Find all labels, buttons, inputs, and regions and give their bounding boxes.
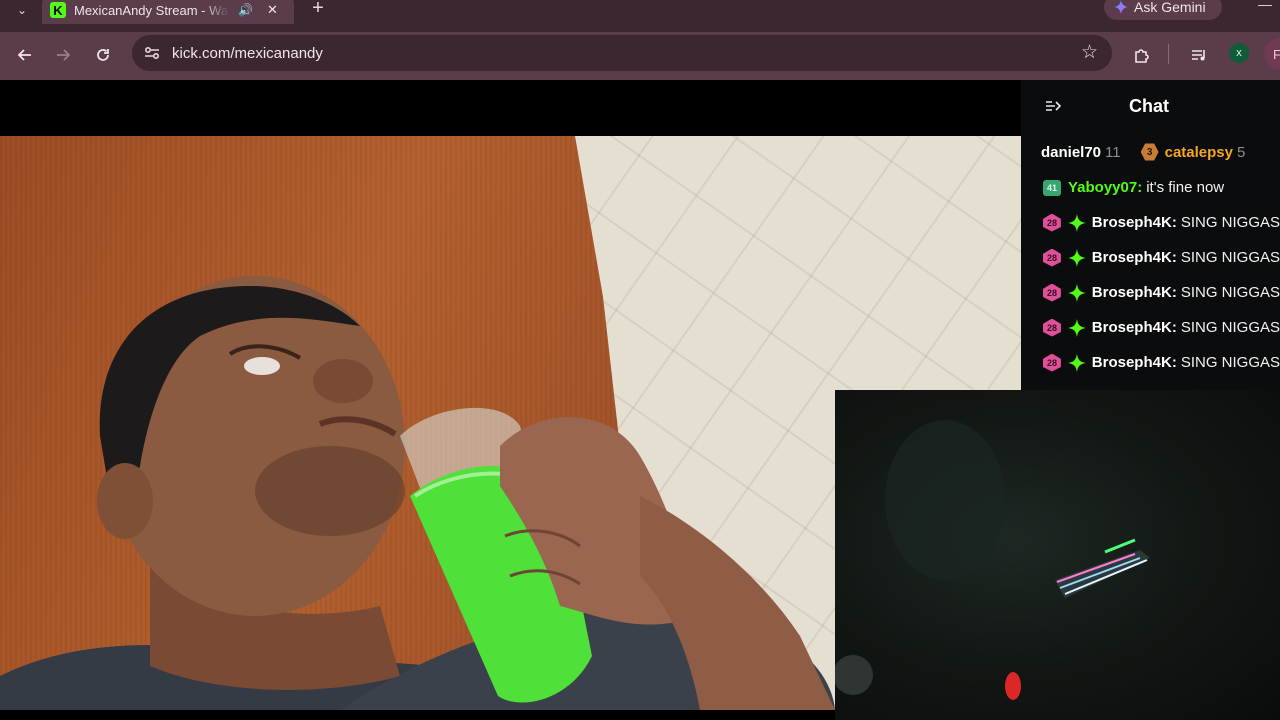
tab-title: MexicanAndy Stream - Watch Live on Kick <box>74 2 230 18</box>
chat-message: 28 Broseph4K: SING NIGGAS <box>1021 310 1280 345</box>
subscriber-badge: 28 <box>1043 283 1061 302</box>
chat-panel: Chat daniel70 11 3 catalepsy 5 41 Yaboyy… <box>1021 80 1280 390</box>
new-tab-button[interactable]: + <box>306 0 330 20</box>
media-controls-icon[interactable] <box>1185 41 1213 69</box>
chat-message: 28 Broseph4K: SING NIGGAS <box>1021 240 1280 275</box>
kick-favicon-icon: K <box>50 2 66 18</box>
back-arrow-icon <box>17 49 31 61</box>
browser-toolbar: kick.com/mexicanandy ☆ x F <box>0 32 1280 80</box>
subscriber-badge: 28 <box>1043 248 1061 267</box>
subscriber-badge: 28 <box>1043 353 1061 372</box>
gifter-rank-badge: 3 <box>1140 143 1159 161</box>
sparkle-badge-icon <box>1067 283 1086 302</box>
chat-username[interactable]: Broseph4K <box>1092 319 1172 336</box>
chat-username[interactable]: Yaboyy07 <box>1068 179 1137 196</box>
chat-messages: 41 Yaboyy07: it's fine now 28 Broseph4K:… <box>1021 170 1280 380</box>
tab-search-chevron-icon[interactable]: ⌄ <box>8 0 36 20</box>
forward-arrow-icon <box>57 49 71 61</box>
toolbar-divider <box>1168 44 1169 64</box>
address-bar[interactable]: kick.com/mexicanandy ☆ <box>132 35 1112 71</box>
subscriber-badge: 28 <box>1043 213 1061 232</box>
ask-gemini-button[interactable]: Ask Gemini <box>1104 0 1222 20</box>
minimize-window-icon[interactable]: — <box>1258 0 1272 12</box>
site-info-icon[interactable] <box>142 43 162 63</box>
gifter-count: 5 <box>1237 143 1246 161</box>
chat-text: it's fine now <box>1146 179 1225 196</box>
chat-username[interactable]: Broseph4K <box>1092 214 1172 231</box>
gifter-count: 11 <box>1105 143 1121 161</box>
profile-avatar[interactable]: F <box>1264 38 1280 70</box>
chat-text: SING NIGGAS <box>1180 284 1280 301</box>
bookmark-star-icon[interactable]: ☆ <box>1081 41 1098 64</box>
pip-scene <box>835 420 1150 700</box>
chat-message: 28 Broseph4K: SING NIGGAS <box>1021 205 1280 240</box>
top-gifters-row: daniel70 11 3 catalepsy 5 <box>1021 138 1280 166</box>
gemini-sparkle-icon <box>1114 0 1128 14</box>
chat-username[interactable]: Broseph4K <box>1092 354 1172 371</box>
gifter-name[interactable]: daniel70 <box>1041 144 1101 161</box>
speaker-icon[interactable]: 🔊 <box>238 3 253 17</box>
media-queue-glyph <box>1192 50 1205 61</box>
browser-tab-active[interactable]: K MexicanAndy Stream - Watch Live on Kic… <box>42 0 294 24</box>
sparkle-badge-icon <box>1067 213 1086 232</box>
extension-badge[interactable]: x <box>1229 43 1249 63</box>
sparkle-badge-icon <box>1067 318 1086 337</box>
url-text: kick.com/mexicanandy <box>172 45 323 62</box>
chat-text: SING NIGGAS <box>1180 354 1280 371</box>
close-icon[interactable]: ✕ <box>267 2 278 18</box>
back-button[interactable] <box>10 40 40 70</box>
chat-header: Chat <box>1021 80 1280 132</box>
kick-page: Chat daniel70 11 3 catalepsy 5 41 Yaboyy… <box>0 80 1280 720</box>
gifter-name[interactable]: catalepsy <box>1165 144 1233 161</box>
ask-gemini-label: Ask Gemini <box>1134 0 1206 15</box>
sparkle-badge-icon <box>1067 248 1086 267</box>
chat-title: Chat <box>1129 96 1169 116</box>
chat-text: SING NIGGAS <box>1180 249 1280 266</box>
forward-button[interactable] <box>48 40 78 70</box>
chat-text: SING NIGGAS <box>1180 319 1280 336</box>
picture-in-picture-camera[interactable] <box>835 390 1280 720</box>
puzzle-glyph <box>1135 49 1149 63</box>
reload-button[interactable] <box>88 40 118 70</box>
chat-message: 28 Broseph4K: SING NIGGAS <box>1021 275 1280 310</box>
sparkle-badge-icon <box>1067 353 1086 372</box>
reload-icon <box>97 49 109 61</box>
subscriber-badge: 41 <box>1043 179 1061 196</box>
chat-message: 28 Broseph4K: SING NIGGAS <box>1021 345 1280 380</box>
chat-message: 41 Yaboyy07: it's fine now <box>1021 170 1280 205</box>
browser-tabstrip: ⌄ K MexicanAndy Stream - Watch Live on K… <box>0 0 1280 32</box>
chat-text: SING NIGGAS <box>1180 214 1280 231</box>
extensions-puzzle-icon[interactable] <box>1128 41 1156 69</box>
chat-username[interactable]: Broseph4K <box>1092 284 1172 301</box>
chat-username[interactable]: Broseph4K <box>1092 249 1172 266</box>
subscriber-badge: 28 <box>1043 318 1061 337</box>
